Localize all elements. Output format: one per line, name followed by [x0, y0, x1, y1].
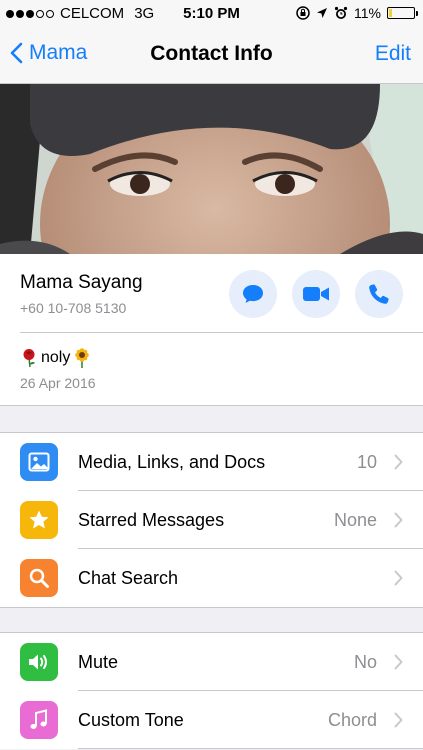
- chevron-right-icon: [394, 454, 403, 470]
- row-value: 10: [356, 452, 377, 472]
- contact-name: Mama Sayang: [20, 272, 143, 293]
- photo-icon: [20, 443, 58, 481]
- notification-group: Mute No Custom Tone Chord: [0, 632, 423, 749]
- chevron-right-icon: [394, 712, 403, 728]
- profile-photo-image: [0, 84, 423, 254]
- star-icon: [20, 501, 58, 539]
- chat-bubble-icon: [243, 285, 263, 303]
- row-divider: [78, 748, 423, 749]
- row-label: Mute: [78, 652, 119, 672]
- media-group: Media, Links, and Docs 10 Starred Messag…: [0, 432, 423, 608]
- voice-call-button[interactable]: [355, 270, 403, 318]
- phone-icon: [369, 284, 389, 304]
- rose-icon: [23, 349, 35, 368]
- music-note-icon: [20, 701, 58, 739]
- alarm-icon: [334, 6, 348, 19]
- contact-card: Mama Sayang +60 10-708 5130 noly 26 Apr …: [0, 254, 423, 406]
- status-text: noly: [41, 349, 71, 366]
- rotation-lock-icon: [296, 6, 310, 20]
- row-label: Chat Search: [78, 568, 179, 588]
- row-label: Starred Messages: [78, 510, 225, 530]
- row-label: Custom Tone: [78, 710, 184, 730]
- video-call-button[interactable]: [292, 270, 340, 318]
- row-value: None: [333, 510, 377, 530]
- status-bar: CELCOM 3G 5:10 PM 11%: [0, 0, 423, 28]
- contact-phone[interactable]: +60 10-708 5130: [20, 300, 126, 316]
- status-right: 11%: [296, 5, 418, 21]
- battery-icon: [387, 7, 418, 19]
- chevron-right-icon: [394, 512, 403, 528]
- edit-button[interactable]: Edit: [375, 42, 411, 66]
- row-value: Chord: [327, 710, 377, 730]
- row-label: Media, Links, and Docs: [78, 452, 266, 472]
- battery-percent: 11%: [354, 5, 381, 21]
- card-divider: [20, 332, 423, 333]
- row-value: No: [353, 652, 377, 672]
- chevron-right-icon: [394, 654, 403, 670]
- location-icon: [317, 8, 328, 18]
- starred-messages-row[interactable]: Starred Messages None: [0, 491, 423, 549]
- message-button[interactable]: [229, 270, 277, 318]
- chat-search-row[interactable]: Chat Search: [0, 549, 423, 607]
- mute-row[interactable]: Mute No: [0, 633, 423, 691]
- speaker-icon: [20, 643, 58, 681]
- video-camera-icon: [303, 287, 329, 301]
- page-title: Contact Info: [150, 42, 273, 65]
- chevron-right-icon: [394, 570, 403, 586]
- status-date: 26 Apr 2016: [20, 375, 96, 391]
- status-about: noly: [20, 348, 91, 368]
- search-icon: [20, 559, 58, 597]
- sunflower-icon: [75, 348, 90, 368]
- custom-tone-row[interactable]: Custom Tone Chord: [0, 691, 423, 749]
- profile-photo[interactable]: [0, 84, 423, 254]
- nav-bar: Mama Contact Info Edit: [0, 28, 423, 84]
- media-links-docs-row[interactable]: Media, Links, and Docs 10: [0, 433, 423, 491]
